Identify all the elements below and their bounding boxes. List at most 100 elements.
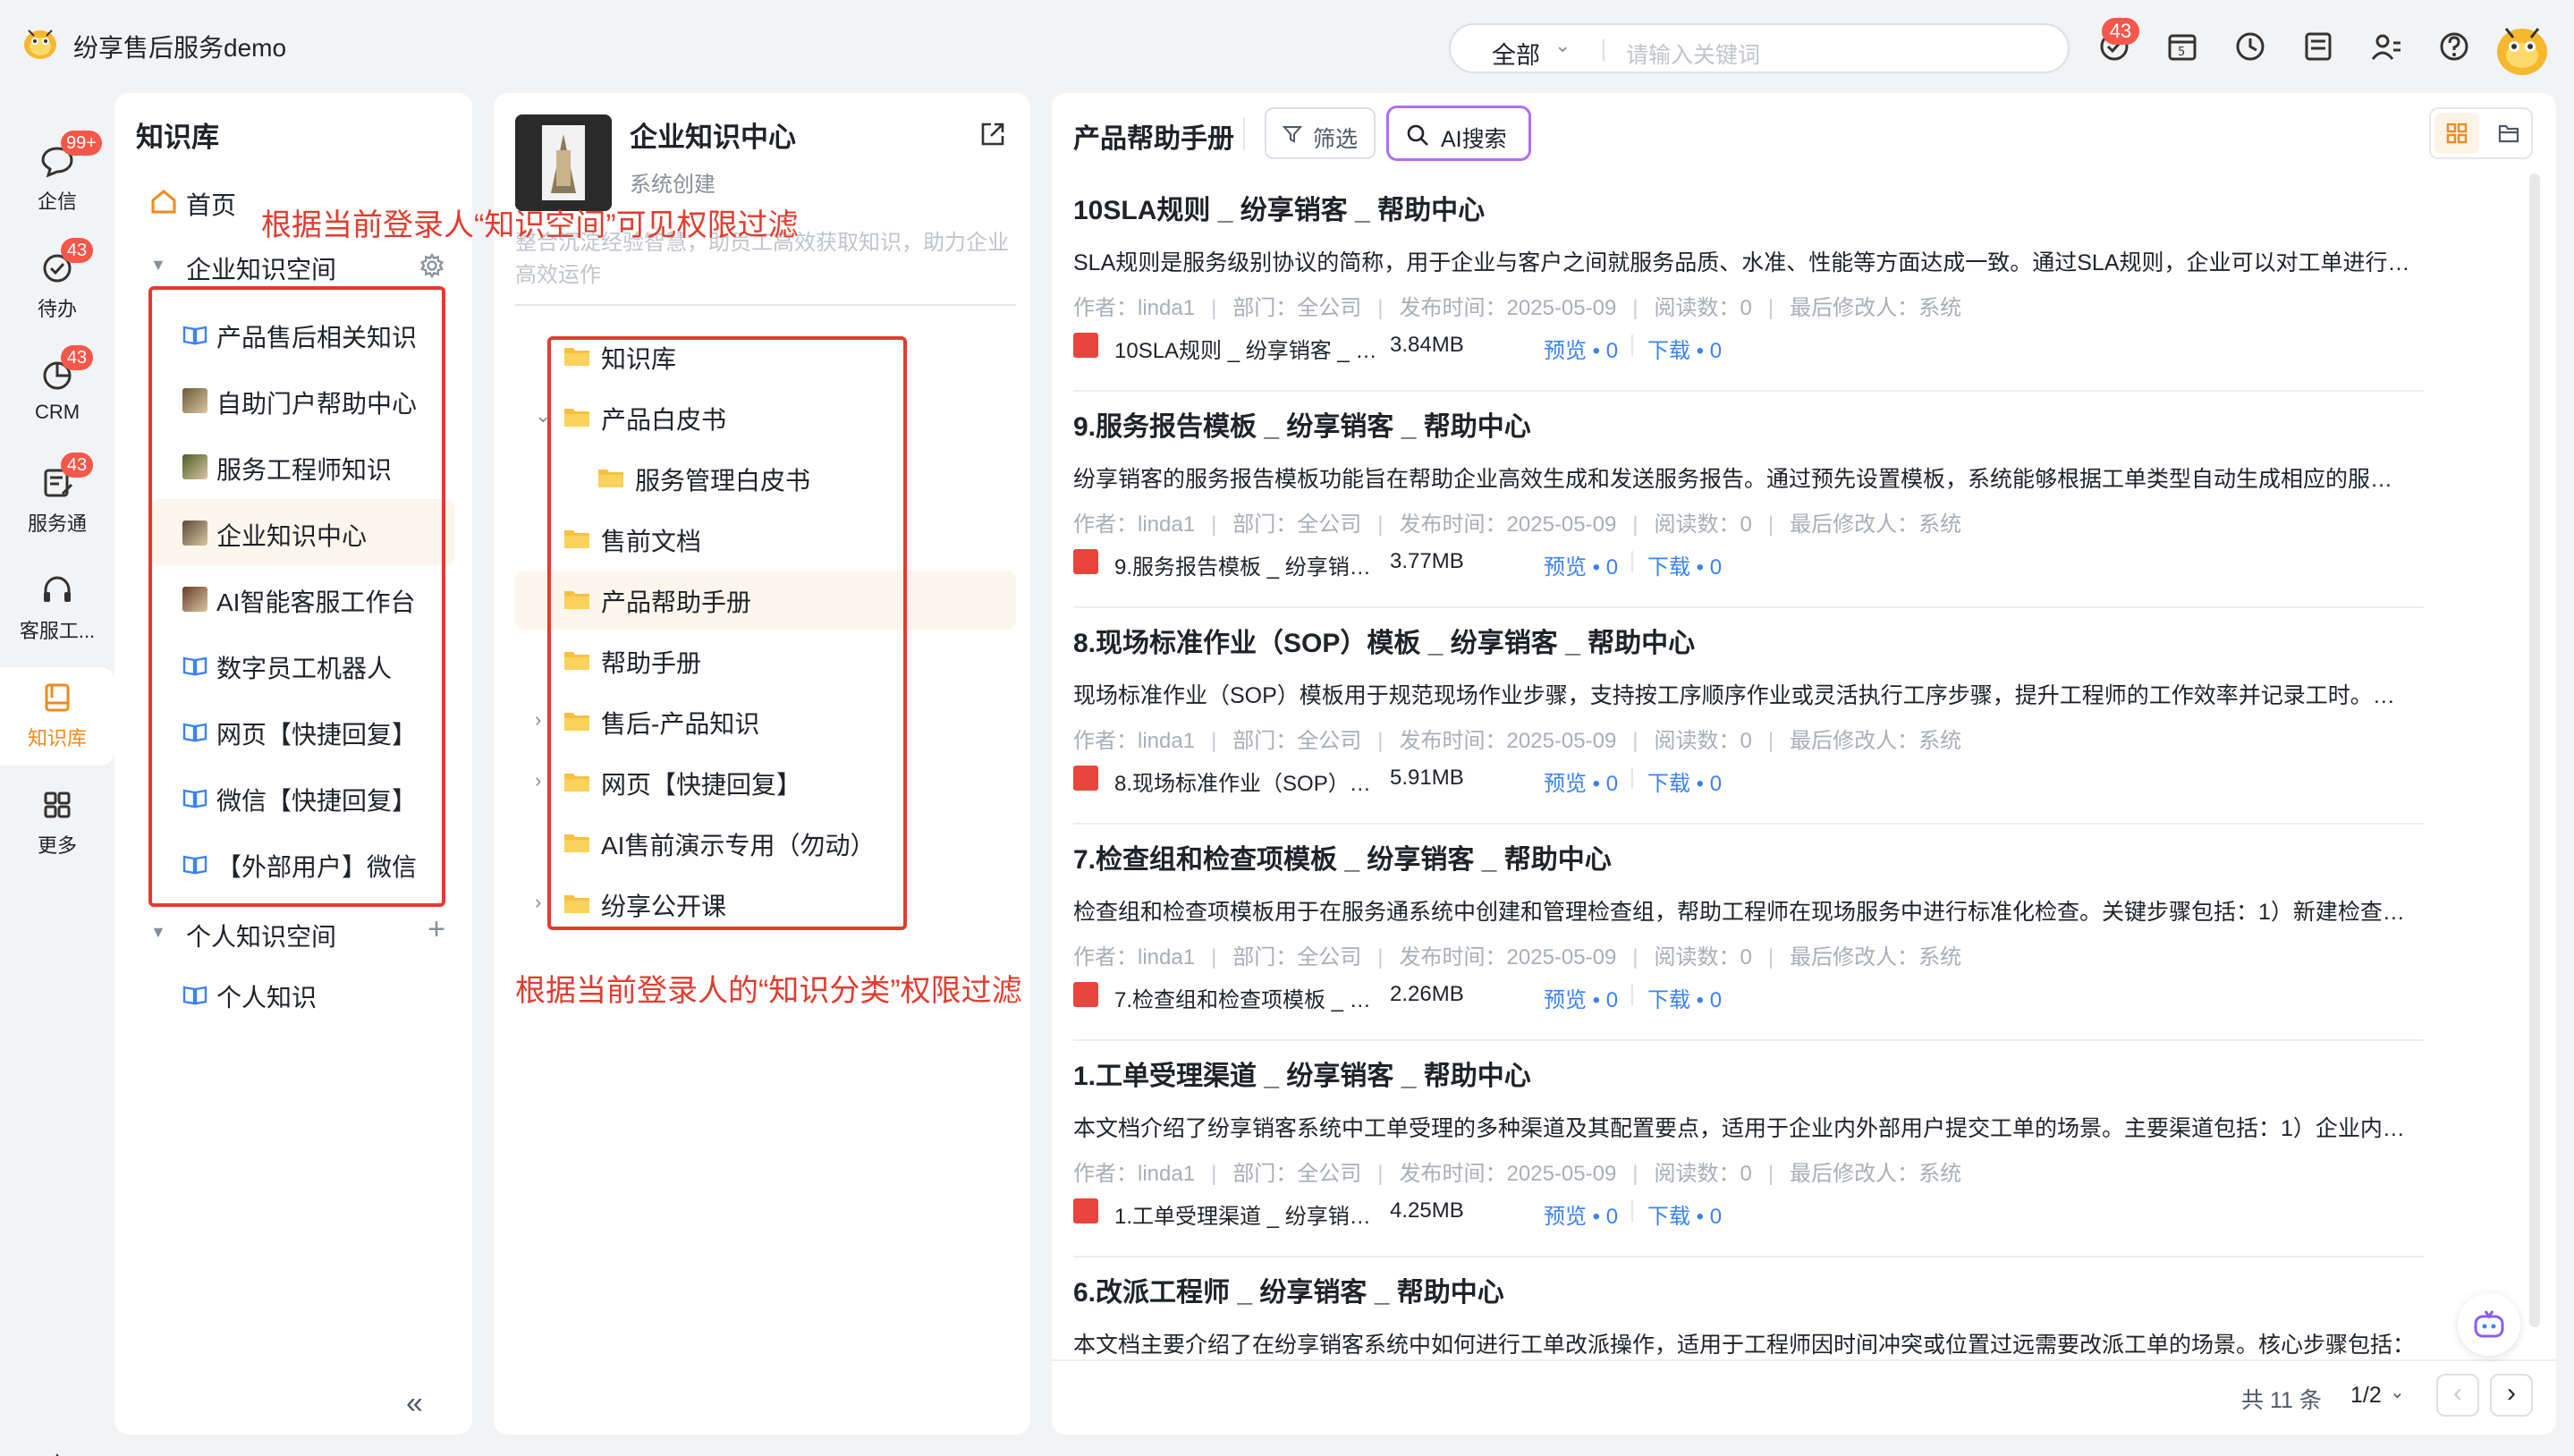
attachment-name[interactable]: 9.服务报告模板 _ 纷享销客 _ 帮助中心.pdf	[1114, 549, 1383, 580]
document-card[interactable]: 8.现场标准作业（SOP）模板 _ 纷享销客 _ 帮助中心 现场标准作业（SOP）…	[1073, 610, 2424, 826]
document-title[interactable]: 9.服务报告模板 _ 纷享销客 _ 帮助中心	[1073, 404, 1531, 444]
document-title[interactable]: 8.现场标准作业（SOP）模板 _ 纷享销客 _ 帮助中心	[1073, 621, 1695, 660]
document-card[interactable]: 7.检查组和检查项模板 _ 纷享销客 _ 帮助中心 检查组和检查项模板用于在服务通…	[1073, 826, 2424, 1043]
chevron-right-icon[interactable]: ›	[535, 769, 541, 792]
chevron-down-icon[interactable]: ⌄	[1554, 34, 1571, 57]
meta-value: 2025-05-09	[1506, 1162, 1617, 1186]
view-toggle[interactable]	[2429, 107, 2533, 159]
grid-view-icon	[2446, 123, 2468, 144]
chevron-right-icon[interactable]: ›	[535, 891, 541, 914]
rail-item-service[interactable]: 43 服务通	[0, 453, 114, 551]
download-link[interactable]: 下载 • 0	[1647, 766, 1722, 797]
user-avatar[interactable]	[2490, 16, 2554, 80]
total-count: 共 11 条	[2241, 1388, 2322, 1413]
personal-space-section[interactable]: ▼ 个人知识空间 +	[150, 912, 454, 957]
meta-label: 部门：	[1232, 512, 1298, 537]
download-link[interactable]: 下载 • 0	[1647, 333, 1722, 364]
folder-view-button[interactable]	[2486, 113, 2531, 154]
document-summary: 本文档主要介绍了在纷享销客系统中如何进行工单改派操作，适用于工程师因时间冲突或位…	[1073, 1333, 2415, 1358]
preview-link[interactable]: 预览 • 0	[1544, 1198, 1618, 1230]
chevron-right-icon[interactable]: ›	[535, 708, 541, 732]
preview-link[interactable]: 预览 • 0	[1544, 549, 1618, 580]
attachment-size: 2.26MB	[1390, 982, 1464, 1006]
divider	[515, 304, 1016, 306]
document-card[interactable]: 10SLA规则 _ 纷享销客 _ 帮助中心 SLA规则是服务级别协议的简称，用于企…	[1073, 177, 2424, 394]
preview-link[interactable]: 预览 • 0	[1544, 982, 1618, 1013]
divider	[1243, 118, 1245, 150]
document-title[interactable]: 6.改派工程师 _ 纷享销客 _ 帮助中心	[1073, 1270, 1504, 1309]
inbox-icon[interactable]	[2300, 29, 2336, 64]
enterprise-space-section[interactable]: ▼ 企业知识空间	[150, 247, 454, 290]
caret-down-icon[interactable]: ▼	[150, 256, 166, 275]
meta-separator: |	[1632, 729, 1638, 753]
document-summary: 本文档介绍了纷享销客系统中工单受理的多种渠道及其配置要点，适用于企业内外部用户提…	[1073, 1116, 2415, 1141]
page-select[interactable]: 1/2	[2350, 1383, 2382, 1409]
meta-value: linda1	[1138, 512, 1196, 537]
folder-view-icon	[2498, 124, 2519, 143]
document-title[interactable]: 10SLA规则 _ 纷享销客 _ 帮助中心	[1073, 188, 1485, 227]
rail-item-customer-service[interactable]: 客服工...	[0, 560, 114, 658]
rail-item-todo[interactable]: 43 待办	[0, 238, 114, 336]
chevron-down-icon[interactable]: ⌄	[2390, 1381, 2405, 1403]
rail-item-more[interactable]: 更多	[0, 775, 114, 873]
rail-item-knowledge[interactable]: 知识库	[0, 667, 114, 766]
attachment-name[interactable]: 7.检查组和检查项模板 _ 纷享销客.pdf	[1114, 982, 1383, 1013]
gear-icon[interactable]	[419, 252, 445, 279]
add-icon[interactable]: +	[428, 912, 445, 947]
meta-separator: |	[1377, 512, 1384, 537]
attachment-name[interactable]: 1.工单受理渠道 _ 纷享销客 _ 帮助中心.pdf	[1114, 1198, 1383, 1230]
attachment-name[interactable]: 10SLA规则 _ 纷享销客 _ 帮助中心.pdf	[1114, 333, 1383, 364]
rail-label: 企信	[37, 190, 77, 213]
preview-link[interactable]: 预览 • 0	[1544, 766, 1618, 797]
filter-button[interactable]: 筛选	[1265, 107, 1376, 159]
notification-badge: 43	[2102, 18, 2139, 45]
meta-value: 2025-05-09	[1506, 512, 1617, 537]
search-input[interactable]: 请输入关键词	[1626, 38, 1760, 70]
attachment-name[interactable]: 8.现场标准作业（SOP）模板 _ 纷享销客.pdf	[1114, 766, 1383, 797]
meta-value: linda1	[1138, 296, 1196, 320]
document-card[interactable]: 1.工单受理渠道 _ 纷享销客 _ 帮助中心本文档介绍了纷享销客系统中工单受理的…	[1073, 1043, 2424, 1259]
collapse-panel-icon[interactable]: «	[406, 1386, 423, 1421]
document-title[interactable]: 1.工单受理渠道 _ 纷享销客 _ 帮助中心	[1073, 1054, 1531, 1093]
annotation-category-note: 根据当前登录人的“知识分类”权限过滤	[515, 974, 1022, 1008]
personal-knowledge-item[interactable]: 个人知识	[150, 961, 454, 1027]
global-search[interactable]: 全部 ⌄ 请输入关键词	[1449, 23, 2070, 73]
document-title[interactable]: 7.检查组和检查项模板 _ 纷享销客 _ 帮助中心	[1073, 837, 1612, 876]
meta-value: 2025-05-09	[1506, 945, 1617, 969]
divider	[1631, 984, 1633, 1005]
rail-label: 更多	[37, 834, 77, 857]
rail-item-crm[interactable]: 43 CRM	[0, 345, 114, 444]
pdf-file-icon	[1073, 982, 1098, 1007]
annotation-highlight-spaces	[148, 286, 445, 907]
meta-separator: |	[1377, 729, 1384, 753]
meta-label: 阅读数：	[1654, 729, 1740, 753]
book-icon	[182, 986, 207, 1005]
download-link[interactable]: 下载 • 0	[1647, 982, 1722, 1013]
open-external-icon[interactable]	[978, 120, 1007, 148]
meta-label: 阅读数：	[1654, 1162, 1740, 1186]
download-link[interactable]: 下载 • 0	[1647, 1198, 1722, 1230]
preview-link[interactable]: 预览 • 0	[1544, 333, 1618, 364]
prev-page-button[interactable]: ‹	[2436, 1374, 2479, 1417]
ai-assistant-button[interactable]	[2458, 1293, 2520, 1356]
home-icon	[151, 190, 176, 214]
search-scope-select[interactable]: 全部	[1492, 36, 1540, 71]
calendar-icon[interactable]: 5	[2164, 29, 2200, 64]
filter-icon	[1283, 126, 1302, 143]
download-link[interactable]: 下载 • 0	[1647, 549, 1722, 580]
meta-label: 作者：	[1073, 512, 1138, 537]
settings-gear-icon[interactable]	[39, 1452, 75, 1456]
ai-search-button[interactable]: AI搜索	[1386, 106, 1531, 161]
document-card[interactable]: 9.服务报告模板 _ 纷享销客 _ 帮助中心 纷享销客的服务报告模板功能旨在帮助企…	[1073, 394, 2424, 610]
meta-separator: |	[1211, 729, 1217, 753]
document-meta: 作者：linda1 | 部门：全公司 | 发布时间：2025-05-09 | 阅读数：0 | 最…	[1073, 1155, 1961, 1187]
scrollbar[interactable]	[2529, 174, 2540, 1327]
next-page-button[interactable]: ›	[2490, 1374, 2533, 1417]
caret-down-icon[interactable]: ▼	[150, 923, 166, 942]
grid-view-button[interactable]	[2434, 113, 2479, 154]
rail-item-messages[interactable]: 99+ 企信	[0, 131, 114, 229]
meta-value: 系统	[1918, 296, 1962, 320]
clock-icon[interactable]	[2232, 29, 2268, 64]
contacts-icon[interactable]	[2368, 29, 2404, 64]
help-icon[interactable]	[2436, 29, 2472, 64]
